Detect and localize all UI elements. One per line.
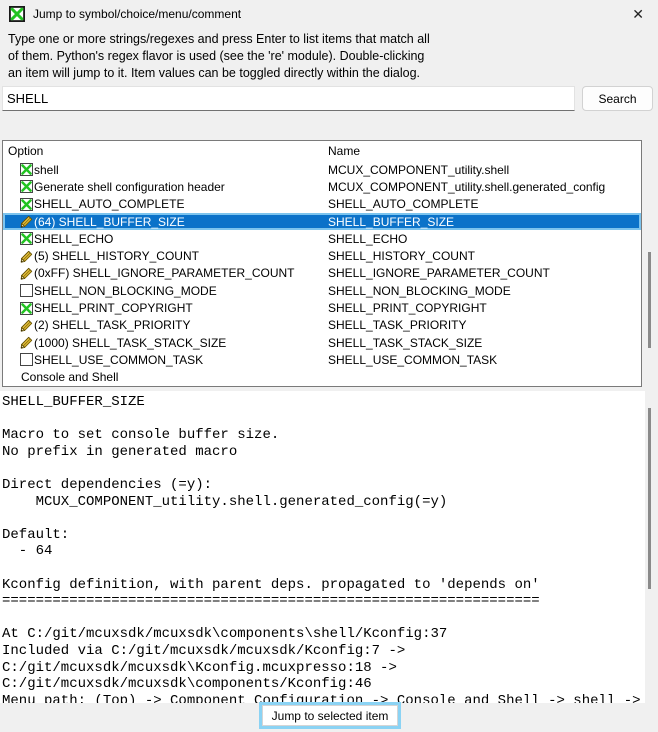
instructions-line: Type one or more strings/regexes and pre… xyxy=(8,31,430,48)
checkbox-checked-icon[interactable] xyxy=(20,180,33,193)
option-label: SHELL_PRINT_COPYRIGHT xyxy=(34,301,193,315)
close-icon[interactable]: ✕ xyxy=(632,5,644,23)
option-label: (1000) SHELL_TASK_STACK_SIZE xyxy=(34,336,226,350)
title-bar: Jump to symbol/choice/menu/comment ✕ xyxy=(0,0,658,28)
name-label: SHELL_HISTORY_COUNT xyxy=(325,247,641,264)
table-row[interactable]: SHELL_PRINT_COPYRIGHT SHELL_PRINT_COPYRIG… xyxy=(3,299,641,316)
jump-to-selected-button[interactable]: Jump to selected item xyxy=(259,702,401,729)
option-label: Console and Shell xyxy=(21,370,118,384)
checkbox-unchecked-icon[interactable] xyxy=(20,284,33,297)
checkbox-unchecked-icon[interactable] xyxy=(20,353,33,366)
app-checkbox-icon xyxy=(9,6,25,22)
dialog-title: Jump to symbol/choice/menu/comment xyxy=(33,7,241,21)
name-label: SHELL_USE_COMMON_TASK xyxy=(325,351,641,368)
option-label: SHELL_AUTO_COMPLETE xyxy=(34,197,185,211)
value-pencil-icon[interactable] xyxy=(20,215,33,228)
name-label: SHELL_TASK_STACK_SIZE xyxy=(325,334,641,351)
table-row[interactable]: SHELL_AUTO_COMPLETE SHELL_AUTO_COMPLETE xyxy=(3,196,641,213)
option-label: (0xFF) SHELL_IGNORE_PARAMETER_COUNT xyxy=(34,266,295,280)
name-label: SHELL_BUFFER_SIZE xyxy=(325,213,641,230)
name-label: SHELL_TASK_PRIORITY xyxy=(325,317,641,334)
value-pencil-icon[interactable] xyxy=(20,267,33,280)
value-pencil-icon[interactable] xyxy=(20,250,33,263)
checkbox-checked-icon[interactable] xyxy=(20,198,33,211)
option-label: (2) SHELL_TASK_PRIORITY xyxy=(34,318,191,332)
name-label: SHELL_IGNORE_PARAMETER_COUNT xyxy=(325,265,641,282)
name-label: MCUX_COMPONENT_utility.shell xyxy=(325,161,641,178)
info-scrollbar[interactable] xyxy=(648,408,651,589)
option-label: Generate shell configuration header xyxy=(34,180,225,194)
checkbox-checked-icon[interactable] xyxy=(20,302,33,315)
option-label: shell xyxy=(34,163,59,177)
table-row[interactable]: Console and Shell xyxy=(3,369,641,386)
table-row[interactable]: (1000) SHELL_TASK_STACK_SIZE SHELL_TASK_S… xyxy=(3,334,641,351)
option-label: (64) SHELL_BUFFER_SIZE xyxy=(34,215,185,229)
results-rows: shellMCUX_COMPONENT_utility.shellGenerat… xyxy=(3,161,641,386)
name-label: SHELL_PRINT_COPYRIGHT xyxy=(325,299,641,316)
value-pencil-icon[interactable] xyxy=(20,336,33,349)
instructions-line: an item will jump to it. Item values can… xyxy=(8,65,430,82)
table-row[interactable]: SHELL_USE_COMMON_TASK SHELL_USE_COMMON_TA… xyxy=(3,351,641,368)
checkbox-checked-icon[interactable] xyxy=(20,163,33,176)
option-label: SHELL_USE_COMMON_TASK xyxy=(34,353,203,367)
table-row[interactable]: shell MCUX_COMPONENT_utility.shell xyxy=(3,161,641,178)
search-input[interactable] xyxy=(2,86,575,111)
search-button[interactable]: Search xyxy=(582,86,653,111)
name-label: SHELL_NON_BLOCKING_MODE xyxy=(325,282,641,299)
table-row[interactable]: Generate shell configuration header MCUX_… xyxy=(3,178,641,195)
column-header-name[interactable]: Name xyxy=(328,141,360,161)
info-text: SHELL_BUFFER_SIZE Macro to set console b… xyxy=(0,391,645,703)
table-row[interactable]: (64) SHELL_BUFFER_SIZE SHELL_BUFFER_SIZE xyxy=(3,213,641,230)
instructions: Type one or more strings/regexes and pre… xyxy=(8,31,430,83)
name-label: SHELL_ECHO xyxy=(325,230,641,247)
name-label: SHELL_AUTO_COMPLETE xyxy=(325,196,641,213)
instructions-line: of them. Python's regex flavor is used (… xyxy=(8,48,430,65)
option-label: SHELL_ECHO xyxy=(34,232,113,246)
option-label: SHELL_NON_BLOCKING_MODE xyxy=(34,284,217,298)
table-row[interactable]: (2) SHELL_TASK_PRIORITY SHELL_TASK_PRIORI… xyxy=(3,317,641,334)
checkbox-checked-icon[interactable] xyxy=(20,232,33,245)
jump-dialog: Jump to symbol/choice/menu/comment ✕ Typ… xyxy=(0,0,658,732)
info-panel: SHELL_BUFFER_SIZE Macro to set console b… xyxy=(0,391,645,703)
table-row[interactable]: (5) SHELL_HISTORY_COUNT SHELL_HISTORY_COU… xyxy=(3,247,641,264)
value-pencil-icon[interactable] xyxy=(20,319,33,332)
results-scrollbar[interactable] xyxy=(648,252,651,348)
table-row[interactable]: SHELL_NON_BLOCKING_MODE SHELL_NON_BLOCKIN… xyxy=(3,282,641,299)
name-label: MCUX_COMPONENT_utility.shell.generated_c… xyxy=(325,178,641,195)
column-header-option[interactable]: Option xyxy=(8,141,43,161)
table-row[interactable]: SHELL_ECHO SHELL_ECHO xyxy=(3,230,641,247)
table-row[interactable]: (0xFF) SHELL_IGNORE_PARAMETER_COUNT SHELL… xyxy=(3,265,641,282)
table-header: Option Name xyxy=(3,141,641,161)
option-label: (5) SHELL_HISTORY_COUNT xyxy=(34,249,199,263)
name-label xyxy=(325,369,641,386)
results-table: Option Name shell MCUX_COMPONENT_utility.… xyxy=(2,140,642,387)
